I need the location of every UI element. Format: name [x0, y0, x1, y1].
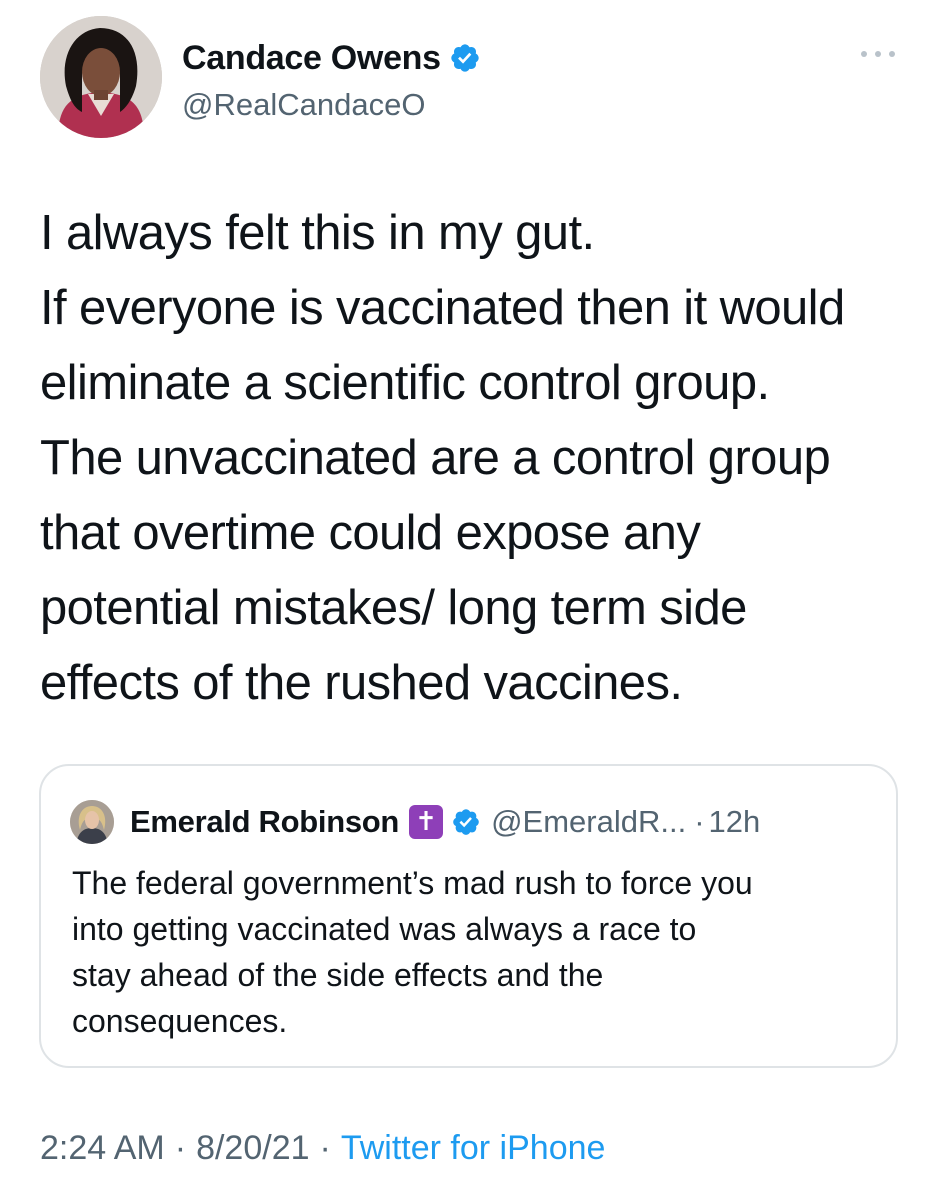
verified-badge-icon [453, 809, 479, 835]
tweet-source-link[interactable]: Twitter for iPhone [341, 1126, 606, 1170]
avatar-image [40, 16, 162, 138]
tweet-text-line: that overtime could expose any [40, 506, 701, 560]
quoted-author-name[interactable]: Emerald Robinson [130, 804, 399, 840]
author-name-row: Candace Owens [182, 38, 481, 78]
quoted-author-avatar[interactable] [70, 800, 114, 844]
quoted-timestamp[interactable]: 12h [709, 804, 761, 840]
quoted-separator: · [694, 804, 705, 839]
quoted-text-line: The federal government’s mad rush to for… [72, 865, 753, 901]
quoted-text-line: consequences. [72, 1003, 288, 1039]
meta-separator: · [319, 1129, 331, 1167]
tweet-text-line: If everyone is vaccinated then it would [40, 281, 845, 335]
tweet-text-line: effects of the rushed vaccines. [40, 656, 683, 710]
meta-separator: · [174, 1129, 187, 1167]
author-avatar[interactable] [40, 16, 162, 138]
quoted-tweet-text: The federal government’s mad rush to for… [72, 860, 882, 1044]
tweet-text: I always felt this in my gut. If everyon… [40, 196, 910, 721]
tweet-text-line: eliminate a scientific control group. [40, 356, 770, 410]
tweet-date[interactable]: 8/20/21 [196, 1126, 309, 1170]
tweet-text-line: The unvaccinated are a control group [40, 431, 831, 485]
tweet-meta: 2:24 AM · 8/20/21 · Twitter for iPhone [40, 1126, 605, 1170]
author-name[interactable]: Candace Owens [182, 38, 441, 78]
verified-badge-icon [451, 44, 479, 72]
quoted-tweet-header: Emerald Robinson ✝ @EmeraldR... · 12h [130, 800, 760, 844]
tweet-text-line: I always felt this in my gut. [40, 206, 595, 260]
more-horizontal-icon[interactable] [858, 44, 898, 64]
quoted-text-line: stay ahead of the side effects and the [72, 957, 604, 993]
tweet-time[interactable]: 2:24 AM [40, 1126, 165, 1170]
quoted-avatar-image [70, 800, 114, 844]
tweet-text-line: potential mistakes/ long term side [40, 581, 747, 635]
quoted-tweet-card[interactable]: Emerald Robinson ✝ @EmeraldR... · 12h Th… [39, 764, 898, 1068]
quoted-author-handle[interactable]: @EmeraldR... [491, 804, 686, 840]
quoted-text-line: into getting vaccinated was always a rac… [72, 911, 697, 947]
latin-cross-emoji-icon: ✝ [409, 805, 444, 839]
author-handle[interactable]: @RealCandaceO [182, 86, 425, 124]
